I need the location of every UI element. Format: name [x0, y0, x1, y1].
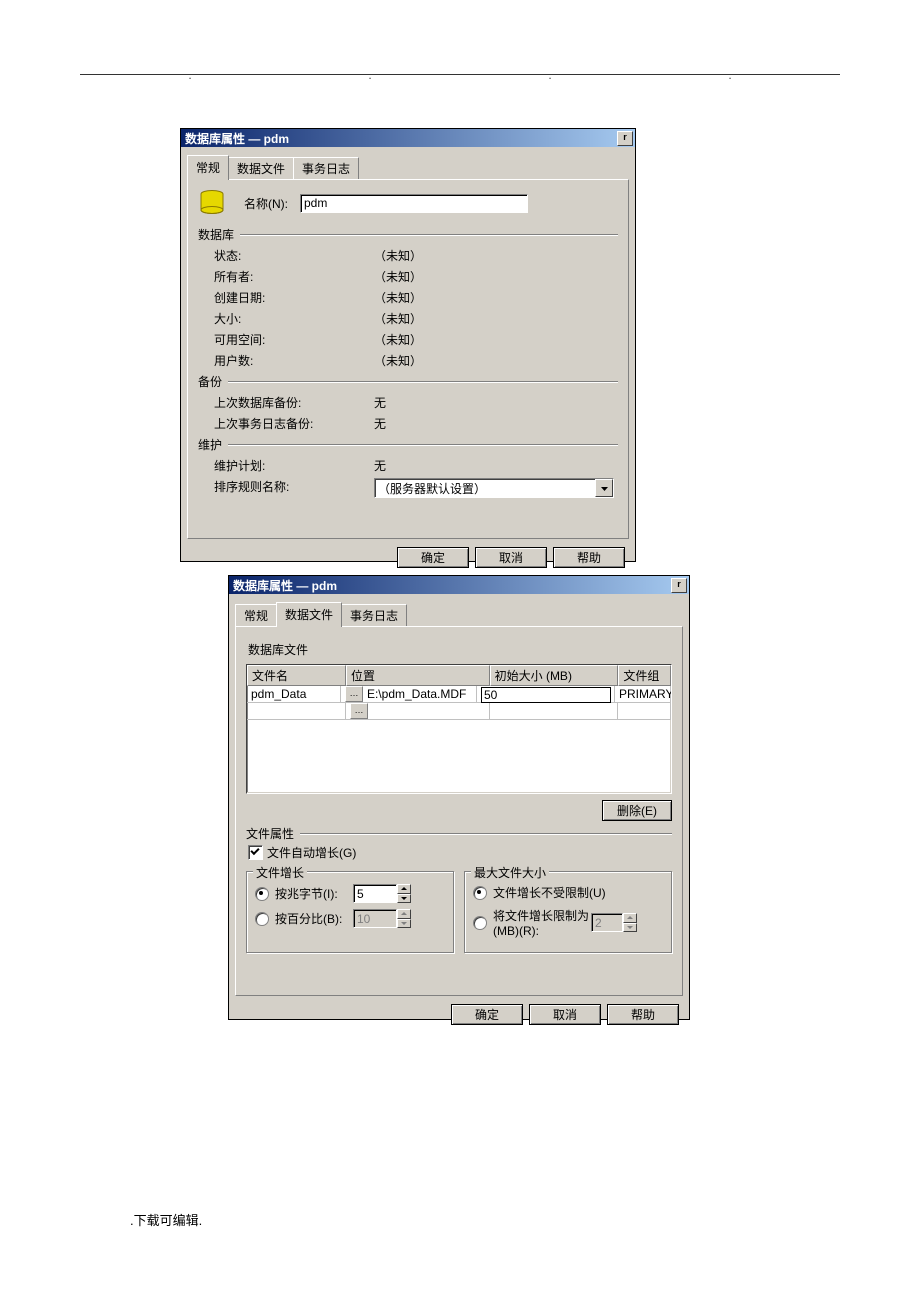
autogrow-checkbox[interactable]	[248, 845, 263, 860]
users-value: （未知）	[374, 352, 422, 369]
max-file-size-title: 最大文件大小	[471, 864, 549, 881]
close-icon[interactable]: r	[671, 578, 687, 593]
by-mb-spinner[interactable]	[353, 884, 411, 903]
unrestricted-radio[interactable]	[473, 886, 487, 900]
owner-label: 所有者:	[214, 268, 374, 285]
browse-icon[interactable]: …	[345, 686, 363, 702]
cell-initsize[interactable]: 50	[477, 686, 615, 703]
created-value: （未知）	[374, 289, 422, 306]
dialog-title: 数据库属性 — pdm	[231, 577, 337, 594]
restrict-spinner	[591, 913, 637, 932]
db-properties-dialog-general: 数据库属性 — pdm r 常规 数据文件 事务日志 名称(N): 数据库 状态…	[180, 128, 636, 562]
owner-value: （未知）	[374, 268, 422, 285]
cell-filegroup[interactable]: PRIMARY	[615, 686, 671, 703]
file-growth-title: 文件增长	[253, 864, 307, 881]
by-mb-radio[interactable]	[255, 887, 269, 901]
restrict-label: 将文件增长限制为 (MB)(R):	[493, 907, 591, 938]
section-backup: 备份	[198, 373, 222, 390]
section-database: 数据库	[198, 226, 234, 243]
col-filegroup[interactable]: 文件组	[618, 665, 671, 686]
tab-transaction-log[interactable]: 事务日志	[341, 604, 407, 626]
table-row[interactable]: …	[247, 703, 671, 720]
by-percent-spinner	[353, 909, 411, 928]
spin-down-icon[interactable]	[397, 894, 411, 904]
size-value: （未知）	[374, 310, 422, 327]
help-button[interactable]: 帮助	[553, 547, 625, 568]
tab-strip: 常规 数据文件 事务日志	[187, 155, 629, 179]
tab-general[interactable]: 常规	[235, 604, 277, 626]
cancel-button[interactable]: 取消	[475, 547, 547, 568]
collation-combo[interactable]: （服务器默认设置）	[374, 478, 614, 498]
by-percent-radio[interactable]	[255, 912, 269, 926]
ok-button[interactable]: 确定	[397, 547, 469, 568]
delete-button[interactable]: 删除(E)	[602, 800, 672, 821]
last-log-backup-value: 无	[374, 415, 386, 432]
ok-button[interactable]: 确定	[451, 1004, 523, 1025]
section-maintenance: 维护	[198, 436, 222, 453]
collation-value: （服务器默认设置）	[375, 479, 595, 497]
titlebar[interactable]: 数据库属性 — pdm r	[181, 129, 635, 147]
last-db-backup-label: 上次数据库备份:	[214, 394, 374, 411]
available-label: 可用空间:	[214, 331, 374, 348]
cell-filename[interactable]: pdm_Data	[247, 686, 341, 703]
db-properties-dialog-datafiles: 数据库属性 — pdm r 常规 数据文件 事务日志 数据库文件 文件名 位置 …	[228, 575, 690, 1020]
cell-location[interactable]: … E:\pdm_Data.MDF	[341, 686, 477, 703]
last-log-backup-label: 上次事务日志备份:	[214, 415, 374, 432]
spin-up-icon[interactable]	[397, 884, 411, 894]
created-label: 创建日期:	[214, 289, 374, 306]
available-value: （未知）	[374, 331, 422, 348]
maint-plan-label: 维护计划:	[214, 457, 374, 474]
collation-label: 排序规则名称:	[214, 478, 374, 498]
tab-data-files[interactable]: 数据文件	[228, 157, 294, 179]
by-mb-label: 按兆字节(I):	[275, 885, 353, 902]
unrestricted-label: 文件增长不受限制(U)	[493, 884, 606, 901]
titlebar[interactable]: 数据库属性 — pdm r	[229, 576, 689, 594]
size-label: 大小:	[214, 310, 374, 327]
col-location[interactable]: 位置	[346, 665, 490, 686]
tab-general[interactable]: 常规	[187, 155, 229, 180]
restrict-radio[interactable]	[473, 916, 487, 930]
status-value: （未知）	[374, 247, 422, 264]
col-initsize[interactable]: 初始大小 (MB)	[490, 665, 619, 686]
maint-plan-value: 无	[374, 457, 386, 474]
files-grid[interactable]: 文件名 位置 初始大小 (MB) 文件组 pdm_Data … E:\pdm_D…	[246, 664, 672, 794]
users-label: 用户数:	[214, 352, 374, 369]
name-label: 名称(N):	[244, 195, 288, 212]
chevron-down-icon[interactable]	[595, 479, 613, 497]
file-properties-label: 文件属性	[246, 825, 294, 842]
name-input[interactable]	[300, 194, 528, 213]
spin-up-icon	[397, 909, 411, 919]
tab-strip: 常规 数据文件 事务日志	[235, 602, 683, 626]
spin-down-icon	[397, 919, 411, 929]
cancel-button[interactable]: 取消	[529, 1004, 601, 1025]
database-files-label: 数据库文件	[248, 641, 672, 658]
col-filename[interactable]: 文件名	[247, 665, 346, 686]
by-percent-label: 按百分比(B):	[275, 910, 353, 927]
table-row[interactable]: pdm_Data … E:\pdm_Data.MDF 50 PRIMARY	[247, 686, 671, 703]
dialog-title: 数据库属性 — pdm	[183, 130, 289, 147]
spin-down-icon	[623, 923, 637, 933]
close-icon[interactable]: r	[617, 131, 633, 146]
browse-icon[interactable]: …	[350, 703, 368, 719]
help-button[interactable]: 帮助	[607, 1004, 679, 1025]
max-file-size-group: 最大文件大小 文件增长不受限制(U) 将文件增长限制为 (MB)(R):	[464, 871, 672, 953]
status-label: 状态:	[214, 247, 374, 264]
footer-text: .下载可编辑.	[130, 1210, 202, 1229]
tab-data-files[interactable]: 数据文件	[276, 602, 342, 627]
file-growth-group: 文件增长 按兆字节(I): 按百分比(B):	[246, 871, 454, 953]
tab-transaction-log[interactable]: 事务日志	[293, 157, 359, 179]
database-icon	[198, 190, 226, 216]
last-db-backup-value: 无	[374, 394, 386, 411]
spin-up-icon	[623, 913, 637, 923]
autogrow-label: 文件自动增长(G)	[267, 844, 356, 861]
